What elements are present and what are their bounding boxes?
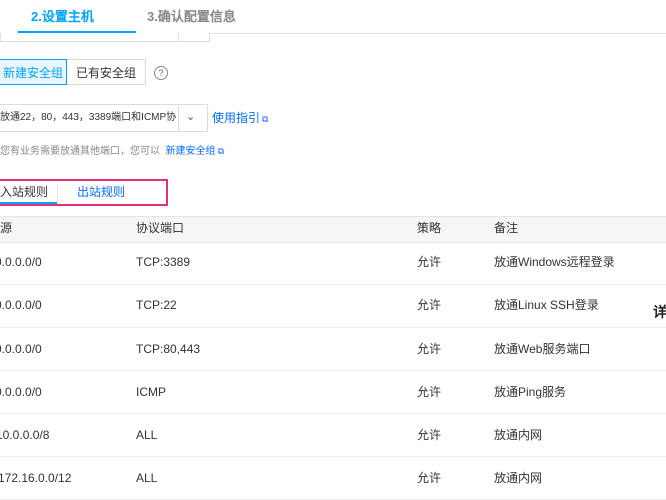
table-row xyxy=(0,413,666,457)
chevron-down-icon[interactable]: ⌄ xyxy=(186,110,195,124)
port-hint: 您有业务需要放通其他端口，您可以 新建安全组 ⧉ xyxy=(0,145,224,158)
row-port: ALL xyxy=(136,428,158,442)
row-remark: 放通内网 xyxy=(494,471,543,485)
row-source: 0.0.0.0/0 xyxy=(0,298,42,312)
help-icon[interactable]: ? xyxy=(154,66,168,80)
row-remark: 放通Windows远程登录 xyxy=(494,255,615,269)
active-tab-indicator xyxy=(0,202,57,204)
existing-security-group-button[interactable]: 已有安全组 xyxy=(67,59,146,85)
header-policy: 策略 xyxy=(417,221,442,235)
port-hint-text: 您有业务需要放通其他端口，您可以 xyxy=(0,146,160,157)
row-source: 172.16.0.0/12 xyxy=(0,471,72,485)
rules-table-header xyxy=(0,216,666,243)
select-divider xyxy=(178,104,179,132)
row-remark: 放通内网 xyxy=(494,428,543,442)
step-confirm-config[interactable]: 3.确认配置信息 xyxy=(147,0,236,33)
row-port: TCP:22 xyxy=(136,298,177,312)
tab-outbound-rules[interactable]: 出站规则 xyxy=(77,181,125,204)
row-source: 0.0.0.0/0 xyxy=(0,255,42,269)
row-remark: 放通Linux SSH登录 xyxy=(494,298,599,312)
row-policy: 允许 xyxy=(417,385,442,399)
tab-inbound-rules[interactable]: 入站规则 xyxy=(0,181,57,204)
row-policy: 允许 xyxy=(417,471,442,485)
row-source: 10.0.0.0/8 xyxy=(0,428,50,442)
row-port: ALL xyxy=(136,471,158,485)
row-source: 0.0.0.0/0 xyxy=(0,385,42,399)
new-security-group-link[interactable]: 新建安全组 xyxy=(166,146,216,157)
security-template-value: 放通22，80，443，3389端口和ICMP协议 xyxy=(0,112,176,123)
header-source: 来源 xyxy=(0,221,13,235)
new-security-group-button[interactable]: 新建安全组 xyxy=(0,59,67,85)
row-remark: 放通Web服务端口 xyxy=(494,342,591,356)
row-remark: 放通Ping服务 xyxy=(494,385,567,399)
table-row xyxy=(0,370,666,414)
field-divider xyxy=(178,33,179,41)
row-policy: 允许 xyxy=(417,342,442,356)
usage-guide-label: 使用指引 xyxy=(212,111,261,125)
step-setup-host[interactable]: 2.设置主机 xyxy=(31,0,94,33)
usage-guide-link[interactable]: 使用指引 ⧉ xyxy=(212,110,268,127)
row-policy: 允许 xyxy=(417,298,442,312)
table-row xyxy=(0,456,666,500)
tab-separator xyxy=(57,183,58,202)
row-port: ICMP xyxy=(136,385,166,399)
row-port: TCP:3389 xyxy=(136,255,191,269)
details-link-fragment[interactable]: 详 xyxy=(653,302,666,322)
header-port: 协议端口 xyxy=(136,221,185,235)
row-port: TCP:80,443 xyxy=(136,342,201,356)
header-remark: 备注 xyxy=(494,221,519,235)
steps-header xyxy=(0,0,666,34)
row-policy: 允许 xyxy=(417,255,442,269)
external-link-icon: ⧉ xyxy=(217,146,224,156)
row-policy: 允许 xyxy=(417,428,442,442)
external-link-icon: ⧉ xyxy=(262,114,269,124)
row-source: 0.0.0.0/0 xyxy=(0,342,42,356)
